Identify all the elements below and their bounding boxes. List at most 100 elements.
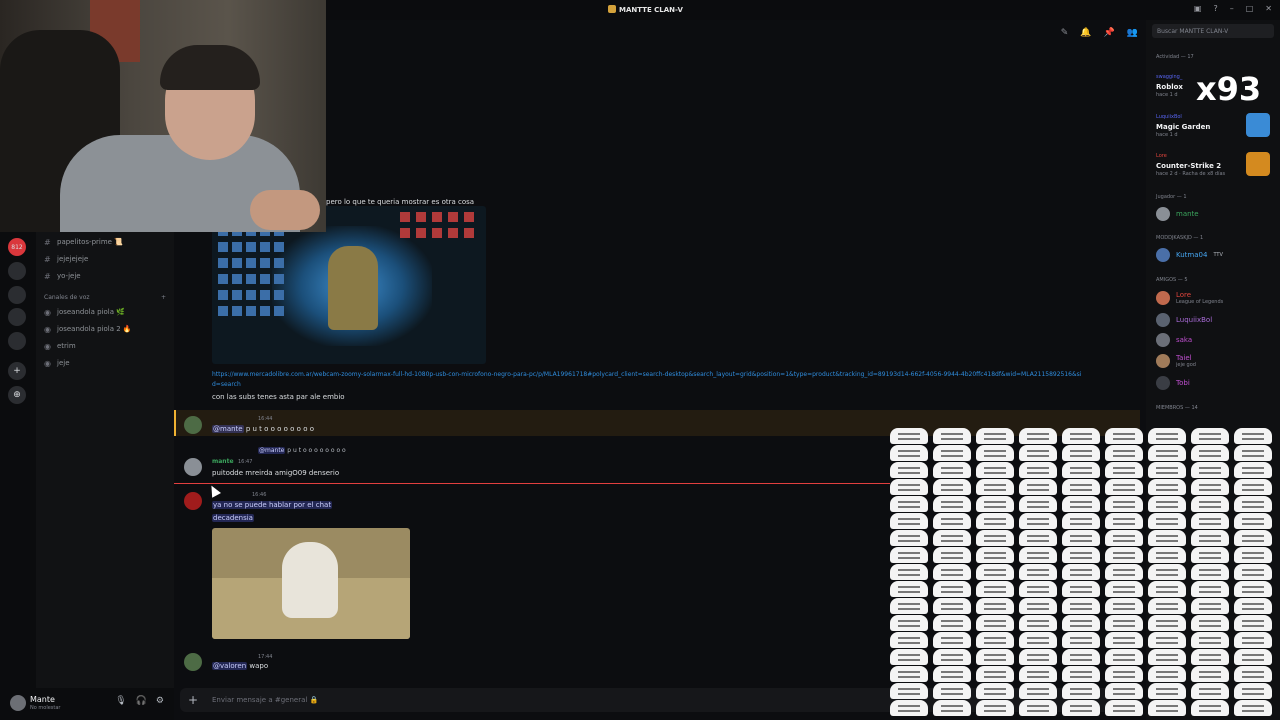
emote-sticker-icon <box>890 530 928 546</box>
emote-sticker-icon <box>1191 496 1229 512</box>
activity-user[interactable]: Lore <box>1156 153 1167 159</box>
emote-sticker-icon <box>890 683 928 699</box>
reply-mention[interactable]: @mante <box>258 447 286 454</box>
emote-sticker-icon <box>1062 564 1100 580</box>
member-item[interactable]: Tobi <box>1156 373 1190 393</box>
search-input[interactable]: Buscar MANTTE CLAN-V <box>1152 24 1274 38</box>
emote-sticker-icon <box>1191 632 1229 648</box>
emote-sticker-icon <box>933 428 971 444</box>
message-time: 17:44 <box>258 654 273 660</box>
help-icon[interactable]: ? <box>1213 4 1217 13</box>
emote-sticker-icon <box>1234 581 1272 597</box>
emote-sticker-icon <box>1019 666 1057 682</box>
inbox-icon[interactable]: ▣ <box>1194 4 1202 13</box>
headphones-icon[interactable]: 🎧 <box>136 696 147 706</box>
product-link[interactable]: https://www.mercadolibre.com.ar/webcam-z… <box>212 370 1082 390</box>
avatar[interactable] <box>184 653 202 671</box>
avatar[interactable] <box>184 492 202 510</box>
member-item[interactable]: Kutma04 TTV <box>1156 245 1223 265</box>
member-item[interactable]: LuquiixBol <box>1156 310 1212 330</box>
channel-jejejejeje[interactable]: # jejejejeje <box>44 252 88 266</box>
avatar <box>1156 248 1170 262</box>
close-icon[interactable]: ✕ <box>1265 4 1272 13</box>
emote-sticker-icon <box>933 530 971 546</box>
avatar[interactable] <box>184 458 202 476</box>
emote-sticker-icon <box>1234 649 1272 665</box>
member-item[interactable]: mante <box>1156 204 1199 224</box>
server-icon[interactable]: 812 <box>8 238 26 256</box>
server-icon <box>608 5 616 13</box>
gear-icon[interactable]: ⚙ <box>156 696 164 706</box>
add-server-icon[interactable]: + <box>8 362 26 380</box>
avatar <box>1156 291 1170 305</box>
member-item[interactable]: Taiel jeje god <box>1156 351 1196 371</box>
voice-channel[interactable]: ◉ joseandola piola 🌿 <box>44 305 125 319</box>
emote-sticker-icon <box>933 479 971 495</box>
emote-sticker-icon <box>1148 666 1186 682</box>
voice-channel[interactable]: ◉ jeje <box>44 356 70 370</box>
user-name[interactable]: Mante <box>30 695 55 704</box>
channel-papelitos-prime[interactable]: # papelitos-prime 📜 <box>44 235 123 249</box>
emote-sticker-icon <box>1148 547 1186 563</box>
activity-user[interactable]: swagging_ <box>1156 74 1182 80</box>
emote-sticker-icon <box>1019 615 1057 631</box>
avatar[interactable] <box>184 416 202 434</box>
microphone-icon[interactable]: 🎙 <box>115 696 126 706</box>
member-item[interactable]: Lore League of Legends <box>1156 288 1223 308</box>
emote-sticker-icon <box>1234 547 1272 563</box>
emote-sticker-icon <box>890 666 928 682</box>
emote-sticker-icon <box>933 683 971 699</box>
username[interactable]: mante <box>212 458 234 465</box>
emote-sticker-icon <box>976 581 1014 597</box>
voice-category[interactable]: Canales de voz + <box>44 294 168 301</box>
threads-icon[interactable]: ✎ <box>1061 28 1069 38</box>
add-channel-icon[interactable]: + <box>161 294 166 301</box>
emote-sticker-icon <box>976 564 1014 580</box>
server-icon[interactable] <box>8 286 26 304</box>
activity-since: hace 1 d <box>1156 132 1178 138</box>
voice-channel[interactable]: ◉ etrim <box>44 339 76 353</box>
message-body: wapo <box>249 662 269 670</box>
avatar <box>1156 207 1170 221</box>
add-attachment-icon[interactable]: + <box>188 693 198 707</box>
reply-preview[interactable]: @mante p u t o o o o o o o o <box>258 447 346 454</box>
member-list-icon[interactable]: 👥 <box>1127 28 1138 38</box>
member-name: Tobi <box>1176 379 1190 387</box>
maximize-icon[interactable]: □ <box>1246 4 1254 13</box>
emote-sticker-icon <box>933 564 971 580</box>
emote-sticker-icon <box>1191 513 1229 529</box>
emote-sticker-icon <box>890 513 928 529</box>
server-icon[interactable] <box>8 262 26 280</box>
user-controls: 🎙 🎧 ⚙ <box>115 696 164 706</box>
server-icon[interactable] <box>8 332 26 350</box>
member-item[interactable]: saka <box>1156 330 1192 350</box>
user-mention[interactable]: @mante <box>212 425 244 433</box>
user-mention[interactable]: @valoren <box>212 662 248 670</box>
window-controls: ▣ ? – □ ✕ <box>1194 4 1272 13</box>
avatar[interactable] <box>10 695 26 711</box>
discover-icon[interactable]: ⊕ <box>8 386 26 404</box>
activity-user[interactable]: LuquiixBol <box>1156 114 1182 120</box>
emote-sticker-icon <box>1148 700 1186 716</box>
channel-yo-jeje[interactable]: # yo-jeje <box>44 269 81 283</box>
voice-channel[interactable]: ◉ joseandola piola 2 🔥 <box>44 322 132 336</box>
speaker-icon: ◉ <box>44 358 51 368</box>
emote-sticker-icon <box>1191 615 1229 631</box>
selected-text: decadensia <box>212 514 254 522</box>
emote-sticker-icon <box>1062 496 1100 512</box>
emote-sticker-icon <box>1019 683 1057 699</box>
avatar <box>1156 376 1170 390</box>
notification-bell-icon[interactable]: 🔔 <box>1080 28 1091 38</box>
gif-attachment[interactable] <box>212 528 410 639</box>
emote-sticker-icon <box>976 666 1014 682</box>
emote-sticker-icon <box>976 649 1014 665</box>
emote-sticker-icon <box>1019 479 1057 495</box>
emote-sticker-icon <box>1191 666 1229 682</box>
mod-header: MODDJKASKJD — 1 <box>1156 235 1204 241</box>
pin-icon[interactable]: 📌 <box>1104 28 1115 38</box>
minimize-icon[interactable]: – <box>1230 4 1234 13</box>
activity-since: hace 2 d · Racha de x8 días <box>1156 171 1226 177</box>
gif-character <box>282 542 338 618</box>
server-icon[interactable] <box>8 308 26 326</box>
emote-sticker-icon <box>1191 564 1229 580</box>
